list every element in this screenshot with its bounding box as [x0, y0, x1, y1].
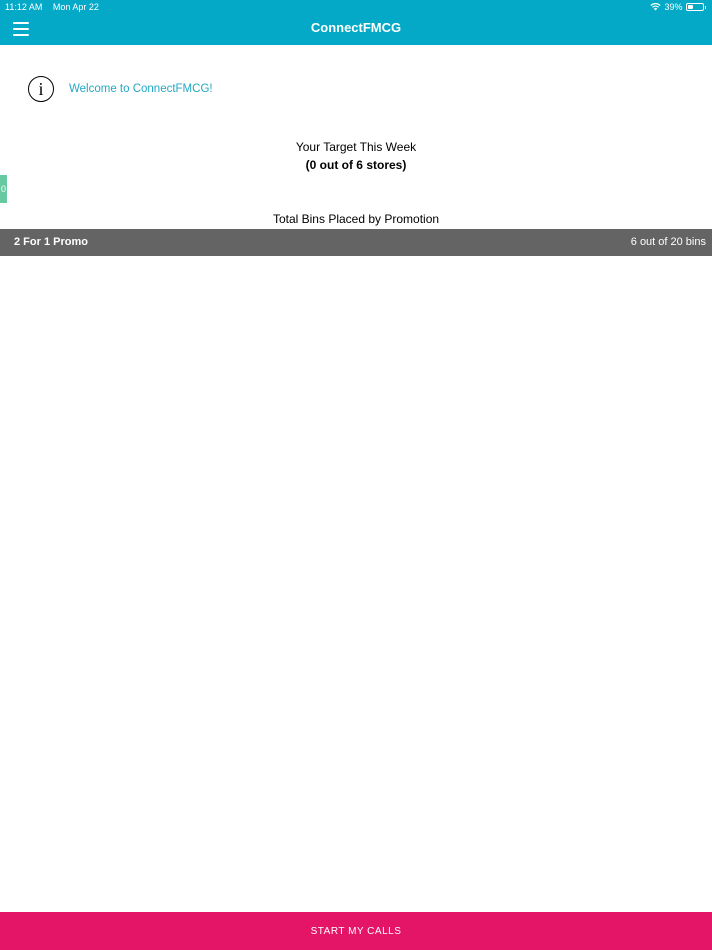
- target-progress-fill: 0: [0, 175, 7, 203]
- app-screen: 11:12 AM Mon Apr 22 39% ConnectFMCG i We…: [0, 0, 712, 950]
- start-my-calls-button[interactable]: START MY CALLS: [0, 912, 712, 950]
- weekly-target-label: Your Target This Week: [295, 140, 417, 154]
- wifi-icon: [650, 3, 662, 11]
- status-right: 39%: [650, 0, 706, 14]
- promotion-bin-count: 6 out of 20 bins: [630, 236, 706, 248]
- top-bar: 11:12 AM Mon Apr 22 39% ConnectFMCG: [0, 0, 712, 45]
- app-title: ConnectFMCG: [310, 20, 402, 35]
- target-progress-bar: 0: [0, 175, 712, 203]
- battery-icon: [685, 3, 704, 11]
- status-left: 11:12 AM Mon Apr 22: [5, 0, 107, 14]
- status-bar: 11:12 AM Mon Apr 22 39%: [0, 0, 712, 14]
- bins-section-title: Total Bins Placed by Promotion: [272, 212, 440, 226]
- info-icon: i: [28, 76, 54, 102]
- battery-tip: [704, 5, 706, 9]
- promotion-name: 2 For 1 Promo: [14, 236, 88, 248]
- welcome-row: i Welcome to ConnectFMCG!: [28, 76, 213, 102]
- status-date: Mon Apr 22: [52, 2, 99, 12]
- promotion-row[interactable]: 2 For 1 Promo 6 out of 20 bins: [0, 229, 712, 256]
- welcome-message: Welcome to ConnectFMCG!: [69, 83, 213, 95]
- weekly-target-value: (0 out of 6 stores): [305, 158, 407, 172]
- battery-percent: 39%: [664, 2, 683, 12]
- target-progress-text: 0: [1, 184, 7, 194]
- status-time: 11:12 AM: [5, 2, 43, 12]
- battery-level: [687, 5, 693, 9]
